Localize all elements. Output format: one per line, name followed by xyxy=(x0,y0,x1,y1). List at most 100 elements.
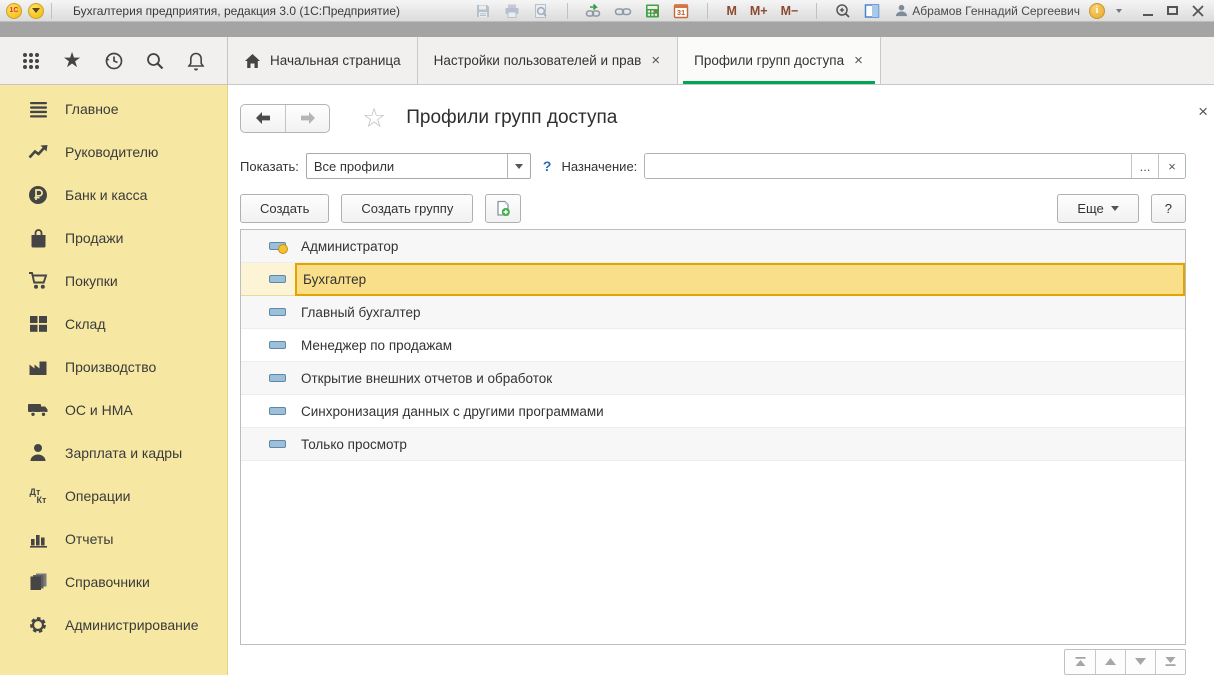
chevron-down-icon[interactable] xyxy=(1116,9,1122,13)
list-item[interactable]: Только просмотр xyxy=(241,428,1185,461)
zoom-icon[interactable] xyxy=(833,2,853,20)
tab-home[interactable]: Начальная страница xyxy=(228,37,418,84)
close-tab-icon[interactable]: × xyxy=(853,53,864,68)
preview-icon[interactable] xyxy=(531,2,551,20)
print-icon[interactable] xyxy=(502,2,522,20)
sidebar-item-label: Справочники xyxy=(65,574,150,590)
create-group-button[interactable]: Создать группу xyxy=(341,194,473,223)
profile-icon xyxy=(269,407,286,415)
purpose-filter-label: Назначение: xyxy=(561,159,637,174)
more-button[interactable]: Еще xyxy=(1057,194,1138,223)
sidebar-item-warehouse[interactable]: Склад xyxy=(0,302,227,345)
favorites-star-icon[interactable]: ★ xyxy=(59,48,85,74)
list-item[interactable]: Синхронизация данных с другими программа… xyxy=(241,395,1185,428)
sidebar-item-fixed-assets[interactable]: ОС и НМА xyxy=(0,388,227,431)
choose-button[interactable]: ... xyxy=(1131,154,1158,178)
save-icon[interactable] xyxy=(473,2,493,20)
clear-field-button[interactable]: × xyxy=(1158,154,1185,178)
svg-text:31: 31 xyxy=(677,8,685,17)
maximize-button[interactable] xyxy=(1167,6,1178,15)
back-button[interactable] xyxy=(241,105,285,132)
history-icon[interactable] xyxy=(100,48,126,74)
list-item[interactable]: Менеджер по продажам xyxy=(241,329,1185,362)
sidebar-item-label: Производство xyxy=(65,359,156,375)
sidebar-item-operations[interactable]: ДтКт Операции xyxy=(0,474,227,517)
tab-access-group-profiles[interactable]: Профили групп доступа × xyxy=(678,37,881,84)
favorite-star-icon[interactable]: ☆ xyxy=(362,105,386,132)
sidebar-item-administration[interactable]: Администрирование xyxy=(0,603,227,646)
pallet-grid-icon xyxy=(26,315,50,333)
scroll-to-top-button[interactable] xyxy=(1065,650,1095,674)
notifications-bell-icon[interactable] xyxy=(183,48,209,74)
tab-user-settings[interactable]: Настройки пользователей и прав × xyxy=(418,37,678,84)
person-icon xyxy=(26,443,50,462)
sidebar-item-manager[interactable]: Руководителю xyxy=(0,130,227,173)
list-scroll-buttons xyxy=(1064,649,1186,675)
sidebar-item-directories[interactable]: Справочники xyxy=(0,560,227,603)
memory-subtract-button[interactable]: M− xyxy=(779,4,801,18)
scroll-to-bottom-button[interactable] xyxy=(1155,650,1185,674)
sidebar-item-reports[interactable]: Отчеты xyxy=(0,517,227,560)
sidebar-item-sales[interactable]: Продажи xyxy=(0,216,227,259)
copy-new-item-button[interactable] xyxy=(485,194,521,223)
tab-label: Профили групп доступа xyxy=(694,53,844,68)
sidebar-item-label: Руководителю xyxy=(65,144,158,160)
help-button[interactable]: ? xyxy=(1151,194,1186,223)
go-to-link-icon[interactable] xyxy=(584,2,604,20)
profile-icon xyxy=(269,341,286,349)
forward-button[interactable] xyxy=(285,105,329,132)
memory-add-button[interactable]: M+ xyxy=(748,4,770,18)
sidebar-item-label: Склад xyxy=(65,316,106,332)
current-user-button[interactable]: Абрамов Геннадий Сергеевич xyxy=(895,4,1080,18)
list-item[interactable]: Администратор xyxy=(241,230,1185,263)
sidebar-item-label: Отчеты xyxy=(65,531,113,547)
list-item[interactable]: Открытие внешних отчетов и обработок xyxy=(241,362,1185,395)
scroll-up-button[interactable] xyxy=(1095,650,1125,674)
show-filter-label: Показать: xyxy=(240,159,299,174)
arrow-right-icon xyxy=(299,111,317,125)
split-window-icon[interactable] xyxy=(862,2,882,20)
sidebar-item-purchases[interactable]: Покупки xyxy=(0,259,227,302)
sidebar-item-label: Зарплата и кадры xyxy=(65,445,182,461)
create-button[interactable]: Создать xyxy=(240,194,329,223)
list-item-selected[interactable]: Бухгалтер xyxy=(241,263,1185,296)
close-window-button[interactable] xyxy=(1192,5,1204,17)
profile-icon xyxy=(269,374,286,382)
close-panel-button[interactable]: × xyxy=(1198,103,1208,120)
get-link-icon[interactable] xyxy=(613,2,633,20)
divider xyxy=(567,3,568,19)
scroll-down-button[interactable] xyxy=(1125,650,1155,674)
help-question-icon[interactable]: ? xyxy=(543,158,552,174)
sidebar-item-payroll-hr[interactable]: Зарплата и кадры xyxy=(0,431,227,474)
search-icon[interactable] xyxy=(142,48,168,74)
tool-tab-bar: ★ Начальная страница Настройки пользоват… xyxy=(0,37,1214,85)
user-name: Абрамов Геннадий Сергеевич xyxy=(912,4,1080,18)
show-filter-select[interactable]: Все профили xyxy=(306,153,531,179)
divider xyxy=(51,3,52,19)
profile-name: Администратор xyxy=(301,239,398,254)
purpose-input[interactable] xyxy=(645,154,1131,178)
minimize-button[interactable] xyxy=(1143,14,1153,16)
close-tab-icon[interactable]: × xyxy=(650,53,661,68)
memory-recall-button[interactable]: M xyxy=(724,4,738,18)
calculator-icon[interactable] xyxy=(642,2,662,20)
chevron-down-icon xyxy=(32,8,40,13)
calendar-icon[interactable]: 31 xyxy=(671,2,691,20)
sidebar-item-production[interactable]: Производство xyxy=(0,345,227,388)
sidebar-item-main[interactable]: Главное xyxy=(0,87,227,130)
profile-icon xyxy=(269,275,286,283)
dropdown-button[interactable] xyxy=(507,154,530,178)
sidebar-item-bank-cash[interactable]: Банк и касса xyxy=(0,173,227,216)
main-menu-button[interactable] xyxy=(28,3,44,19)
chevron-down-icon xyxy=(1111,206,1119,211)
profile-name: Бухгалтер xyxy=(303,272,366,287)
apps-grid-icon[interactable] xyxy=(18,48,44,74)
info-icon[interactable]: i xyxy=(1089,3,1105,19)
list-item[interactable]: Главный бухгалтер xyxy=(241,296,1185,329)
tab-strip: Начальная страница Настройки пользовател… xyxy=(228,37,881,84)
show-filter-value: Все профили xyxy=(307,159,507,174)
window-title: Бухгалтерия предприятия, редакция 3.0 (1… xyxy=(73,4,400,18)
chevron-down-icon xyxy=(515,164,523,169)
profile-name: Менеджер по продажам xyxy=(301,338,452,353)
menu-lines-icon xyxy=(26,100,50,118)
